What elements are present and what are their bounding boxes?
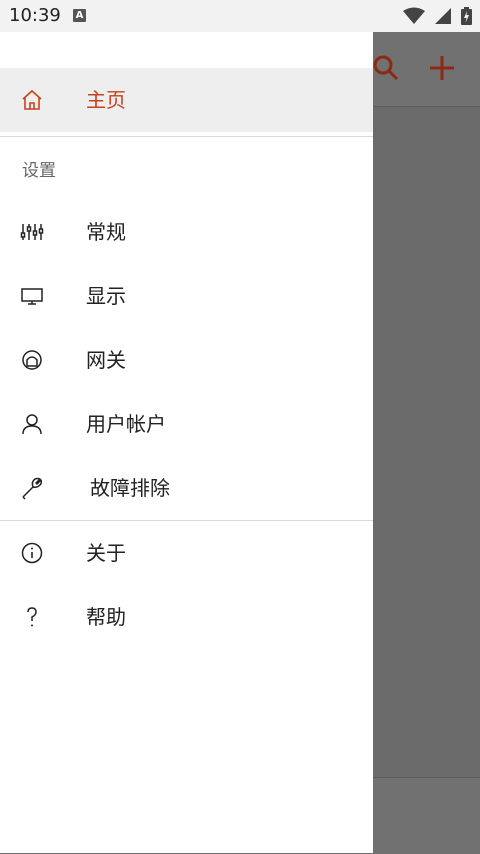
signal-icon bbox=[434, 8, 451, 24]
user-icon bbox=[20, 412, 44, 436]
nav-item-user-accounts-label: 用户帐户 bbox=[86, 412, 166, 436]
info-icon bbox=[20, 541, 44, 565]
wrench-icon bbox=[20, 476, 44, 500]
nav-item-home-label: 主页 bbox=[86, 88, 126, 112]
status-bar: 10:39 A bbox=[0, 0, 480, 32]
nav-item-troubleshooting-label: 故障排除 bbox=[90, 476, 170, 500]
gateway-icon bbox=[20, 348, 44, 372]
nav-item-gateway[interactable]: 网关 bbox=[0, 328, 373, 392]
monitor-icon bbox=[20, 284, 44, 308]
home-icon bbox=[20, 88, 44, 112]
search-icon[interactable] bbox=[372, 54, 400, 86]
nav-item-gateway-label: 网关 bbox=[86, 348, 126, 372]
nav-item-general[interactable]: 常规 bbox=[0, 200, 373, 264]
nav-item-display[interactable]: 显示 bbox=[0, 264, 373, 328]
settings-section-header: 设置 bbox=[22, 161, 56, 181]
add-icon[interactable] bbox=[428, 54, 456, 86]
nav-item-troubleshooting[interactable]: 故障排除 bbox=[0, 456, 373, 520]
nav-item-display-label: 显示 bbox=[86, 284, 126, 308]
battery-charging-icon bbox=[461, 7, 472, 25]
nav-item-about-label: 关于 bbox=[86, 541, 126, 565]
wifi-icon bbox=[402, 7, 425, 24]
status-icons bbox=[399, 7, 472, 25]
nav-item-help[interactable]: 帮助 bbox=[0, 585, 373, 649]
nav-item-user-accounts[interactable]: 用户帐户 bbox=[0, 392, 373, 456]
notification-badge: A bbox=[73, 9, 86, 22]
help-icon bbox=[20, 605, 44, 629]
nav-item-general-label: 常规 bbox=[86, 220, 126, 244]
nav-item-home[interactable]: 主页 bbox=[0, 68, 373, 132]
nav-item-about[interactable]: 关于 bbox=[0, 521, 373, 585]
nav-item-help-label: 帮助 bbox=[86, 605, 126, 629]
status-time: 10:39 bbox=[9, 5, 61, 26]
sliders-icon bbox=[20, 220, 44, 244]
navigation-drawer: 主页 设置 常规 显示 网关 用户帐户 故障排除 关于 帮助 bbox=[0, 32, 373, 853]
divider bbox=[0, 136, 373, 137]
